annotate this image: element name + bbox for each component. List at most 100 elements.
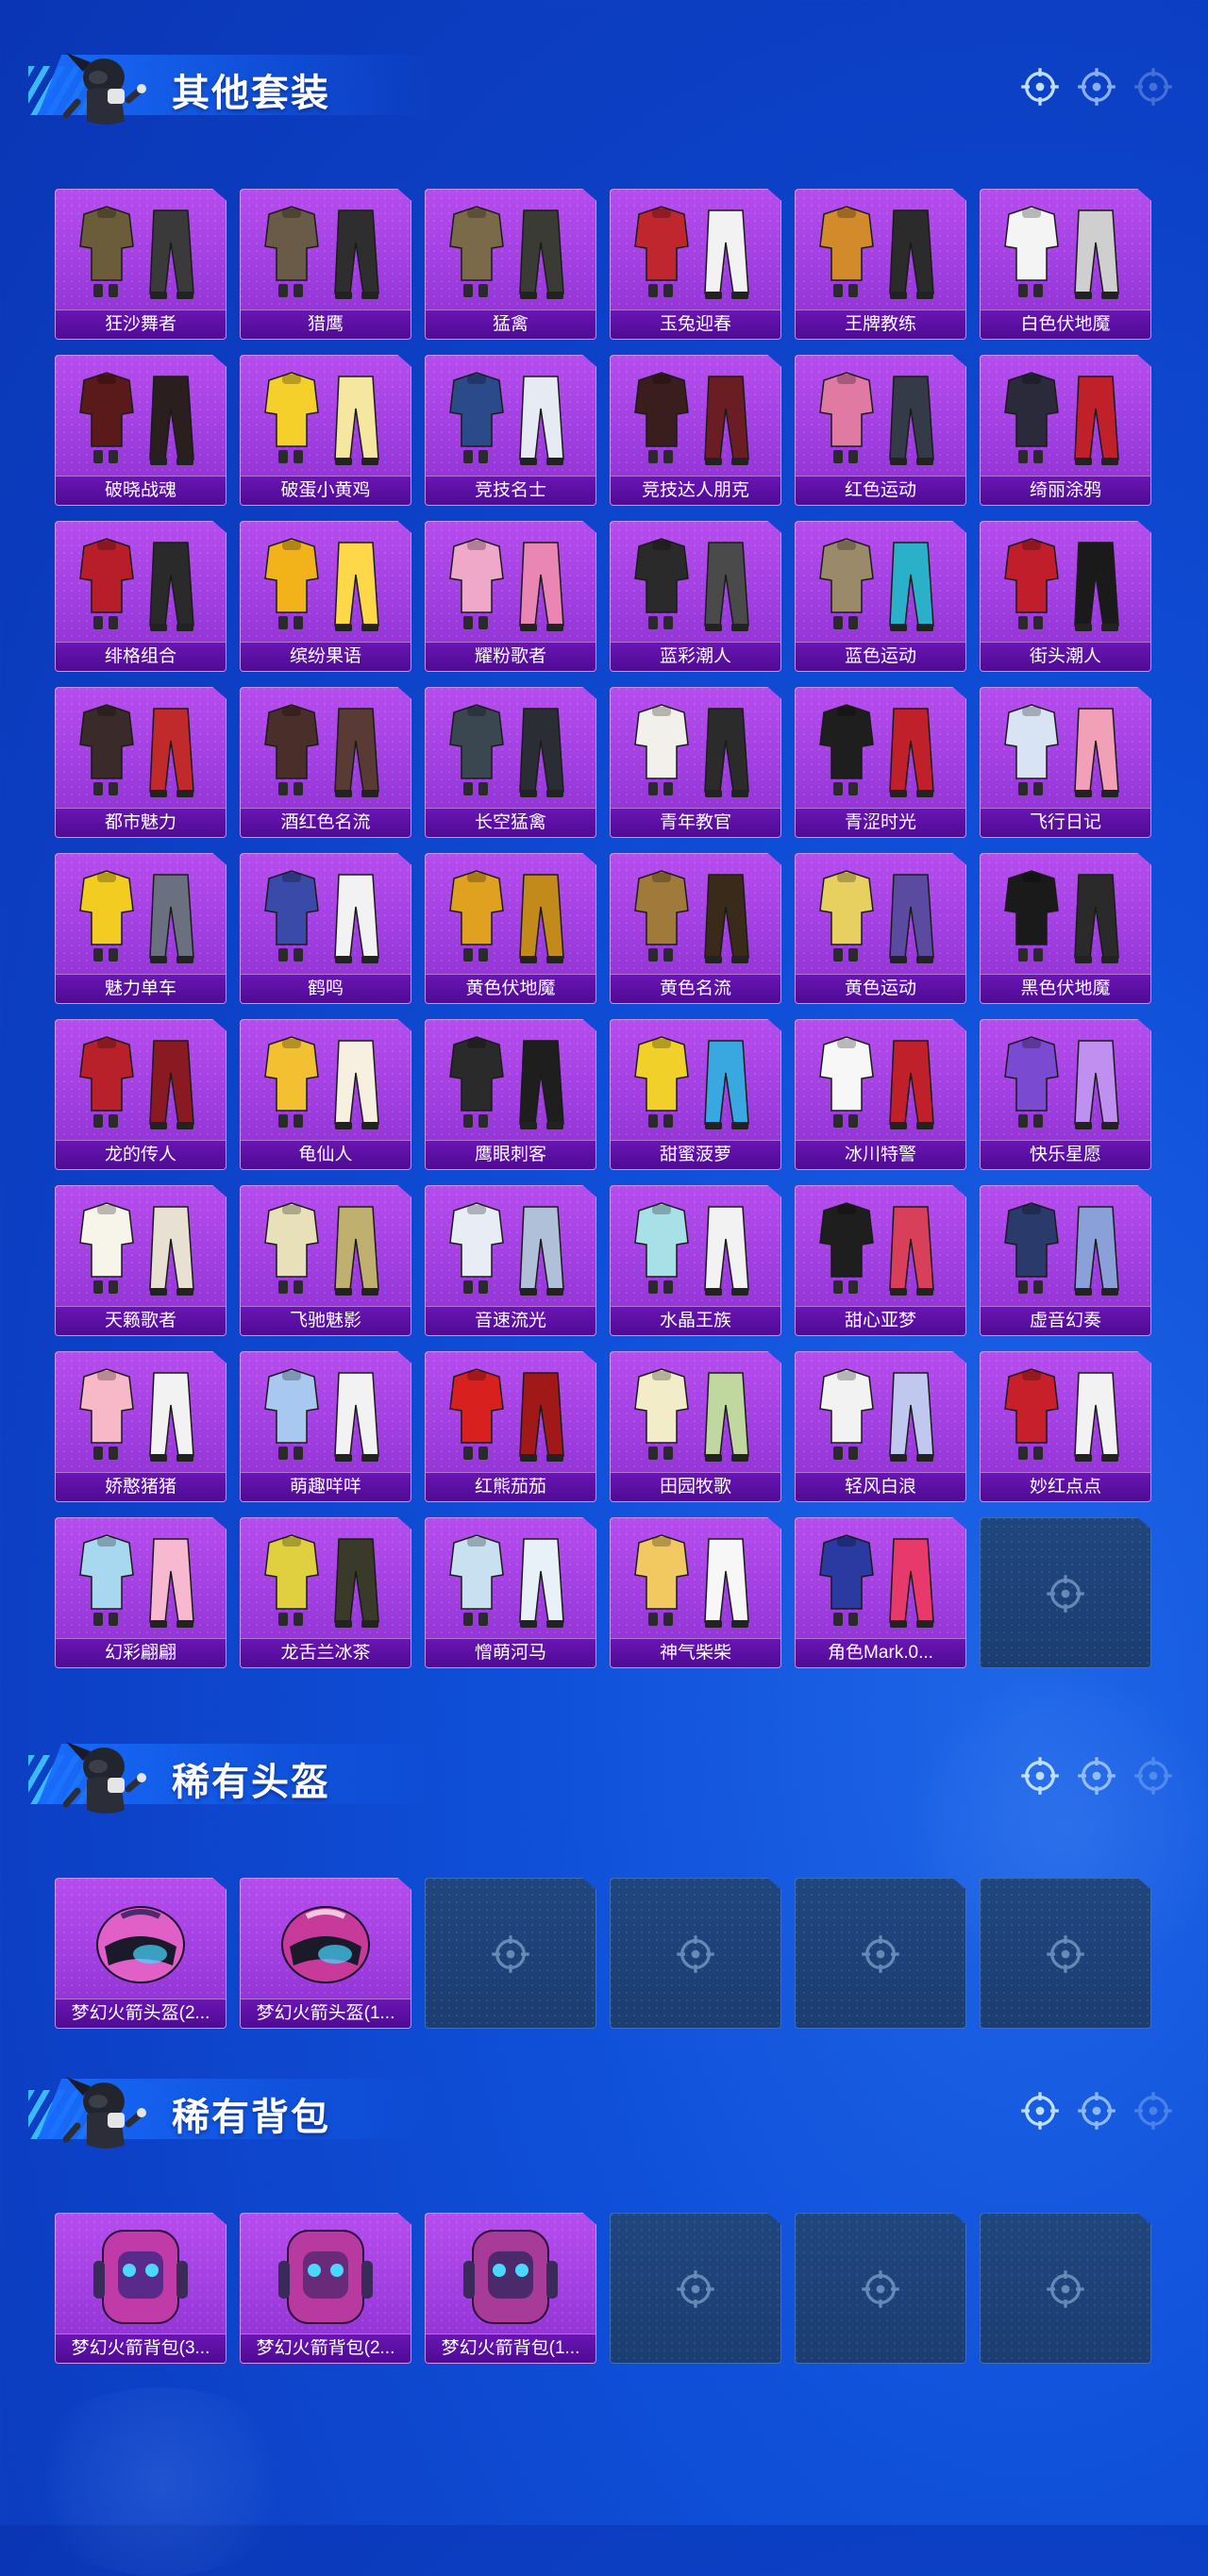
outfit-card[interactable]: 轻风白浪 [795, 1351, 966, 1502]
outfit-card[interactable]: 黄色伏地魔 [425, 853, 596, 1004]
outfit-card[interactable]: 魅力单车 [55, 853, 226, 1004]
card-label: 长空猛禽 [474, 813, 546, 832]
outfit-card[interactable]: 绯格组合 [55, 521, 226, 672]
outfit-card[interactable]: 蓝彩潮人 [610, 521, 781, 672]
outfit-card[interactable]: 红熊茄茄 [425, 1351, 596, 1502]
outfit-card[interactable]: 憎萌河马 [425, 1517, 596, 1668]
outfit-card[interactable]: 狂沙舞者 [55, 189, 226, 340]
outfit-card[interactable]: 竞技达人朋克 [610, 355, 781, 506]
outfit-card[interactable]: 鹤鸣 [240, 853, 411, 1004]
outfit-card[interactable]: 猎鹰 [240, 189, 411, 340]
outfit-image [449, 870, 564, 963]
outfit-image [819, 1534, 934, 1628]
helmet-card[interactable]: 梦幻火箭头盔(2... [55, 1878, 226, 2029]
outfit-card[interactable]: 玉兔迎春 [610, 189, 781, 340]
outfit-card[interactable]: 青年教官 [610, 687, 781, 838]
outfit-image [79, 704, 194, 797]
outfit-card[interactable]: 黄色运动 [795, 853, 966, 1004]
card-label: 竞技名士 [474, 481, 546, 500]
outfit-card[interactable]: 角色Mark.0... [795, 1517, 966, 1668]
outfit-card[interactable]: 鹰眼刺客 [425, 1019, 596, 1170]
card-label: 梦幻火箭背包(1... [441, 2339, 580, 2358]
card-label: 虚音幻奏 [1029, 1312, 1101, 1330]
card-label: 龙的传人 [104, 1146, 176, 1164]
outfit-card[interactable]: 耀粉歌者 [425, 521, 596, 672]
outfit-card[interactable]: 甜心亚梦 [795, 1185, 966, 1336]
outfit-card[interactable]: 王牌教练 [795, 189, 966, 340]
outfit-image [264, 206, 379, 299]
card-label: 甜心亚梦 [844, 1312, 916, 1330]
outfit-card[interactable]: 龙舌兰冰茶 [240, 1517, 411, 1668]
card-label: 鹰眼刺客 [474, 1146, 546, 1164]
crosshair-icon [860, 2268, 901, 2310]
outfit-card[interactable]: 酒红色名流 [240, 687, 411, 838]
outfit-card[interactable]: 街头潮人 [980, 521, 1151, 672]
outfit-card[interactable]: 白色伏地魔 [980, 189, 1151, 340]
mascot-icon [62, 2077, 146, 2149]
outfit-image [634, 538, 749, 631]
empty-slot [980, 1878, 1151, 2029]
outfit-card[interactable]: 甜蜜菠萝 [610, 1019, 781, 1170]
outfit-card[interactable]: 竞技名士 [425, 355, 596, 506]
outfit-card[interactable]: 幻彩翩翩 [55, 1517, 226, 1668]
card-label: 憎萌河马 [474, 1644, 546, 1663]
outfit-card[interactable]: 破蛋小黄鸡 [240, 355, 411, 506]
backpack-card[interactable]: 梦幻火箭背包(1... [425, 2213, 596, 2364]
outfit-card[interactable]: 黄色名流 [610, 853, 781, 1004]
outfit-image [634, 206, 749, 299]
backpack-card[interactable]: 梦幻火箭背包(2... [240, 2213, 411, 2364]
outfit-image [819, 372, 934, 465]
section-header: 稀有背包 [0, 2024, 1208, 2149]
outfit-card[interactable]: 都市魅力 [55, 687, 226, 838]
outfit-card[interactable]: 妙红点点 [980, 1351, 1151, 1502]
outfit-card[interactable]: 飞行日记 [980, 687, 1151, 838]
outfit-card[interactable]: 龙的传人 [55, 1019, 226, 1170]
outfit-image [79, 206, 194, 299]
outfit-card[interactable]: 虚音幻奏 [980, 1185, 1151, 1336]
card-label: 红熊茄茄 [474, 1478, 546, 1497]
outfit-card[interactable]: 破晓战魂 [55, 355, 226, 506]
outfit-card[interactable]: 天籁歌者 [55, 1185, 226, 1336]
backpack-image [93, 2230, 188, 2324]
outfit-image [79, 1534, 194, 1628]
outfit-card[interactable]: 猛禽 [425, 189, 596, 340]
outfit-image [1004, 704, 1119, 797]
outfit-card[interactable]: 长空猛禽 [425, 687, 596, 838]
outfit-card[interactable]: 田园牧歌 [610, 1351, 781, 1502]
outfit-card[interactable]: 神气柴柴 [610, 1517, 781, 1668]
outfit-image [449, 1368, 564, 1462]
outfit-card[interactable]: 青涩时光 [795, 687, 966, 838]
card-label: 黄色运动 [844, 979, 916, 998]
outfit-card[interactable]: 绮丽涂鸦 [980, 355, 1151, 506]
outfit-image [1004, 1202, 1119, 1296]
backpack-card[interactable]: 梦幻火箭背包(3... [55, 2213, 226, 2364]
helmet-image [96, 1906, 185, 1983]
outfit-card[interactable]: 水晶王族 [610, 1185, 781, 1336]
outfit-image [1004, 206, 1119, 299]
outfit-card[interactable]: 音速流光 [425, 1185, 596, 1336]
outfit-image [264, 870, 379, 963]
outfit-card[interactable]: 飞驰魅影 [240, 1185, 411, 1336]
section-2: 稀有背包 梦幻火箭背包(3... 梦幻火箭背包(2... 梦幻火箭背包(1... [0, 2024, 1208, 2379]
header-crosshair-icons [1019, 66, 1180, 109]
outfit-card[interactable]: 红色运动 [795, 355, 966, 506]
empty-slot [425, 1878, 596, 2029]
card-label: 街头潮人 [1029, 647, 1101, 666]
background-glow [19, 2387, 302, 2576]
helmet-card[interactable]: 梦幻火箭头盔(1... [240, 1878, 411, 2029]
card-label: 轻风白浪 [844, 1478, 916, 1497]
outfit-image [634, 870, 749, 963]
outfit-card[interactable]: 黑色伏地魔 [980, 853, 1151, 1004]
outfit-card[interactable]: 缤纷果语 [240, 521, 411, 672]
card-label: 神气柴柴 [659, 1644, 731, 1663]
section-0: 其他套装 狂沙舞者 猎鹰 猛禽 玉兔迎春 王牌教练 白色伏地魔 破晓战魂 破蛋小… [0, 0, 1208, 1683]
outfit-card[interactable]: 萌趣咩咩 [240, 1351, 411, 1502]
outfit-card[interactable]: 蓝色运动 [795, 521, 966, 672]
outfit-image [79, 538, 194, 631]
outfit-card[interactable]: 快乐星愿 [980, 1019, 1151, 1170]
outfit-card[interactable]: 娇憨猪猪 [55, 1351, 226, 1502]
outfit-card[interactable]: 冰川特警 [795, 1019, 966, 1170]
helmet-image [281, 1906, 370, 1983]
crosshair-icon [1045, 1933, 1086, 1975]
outfit-card[interactable]: 龟仙人 [240, 1019, 411, 1170]
